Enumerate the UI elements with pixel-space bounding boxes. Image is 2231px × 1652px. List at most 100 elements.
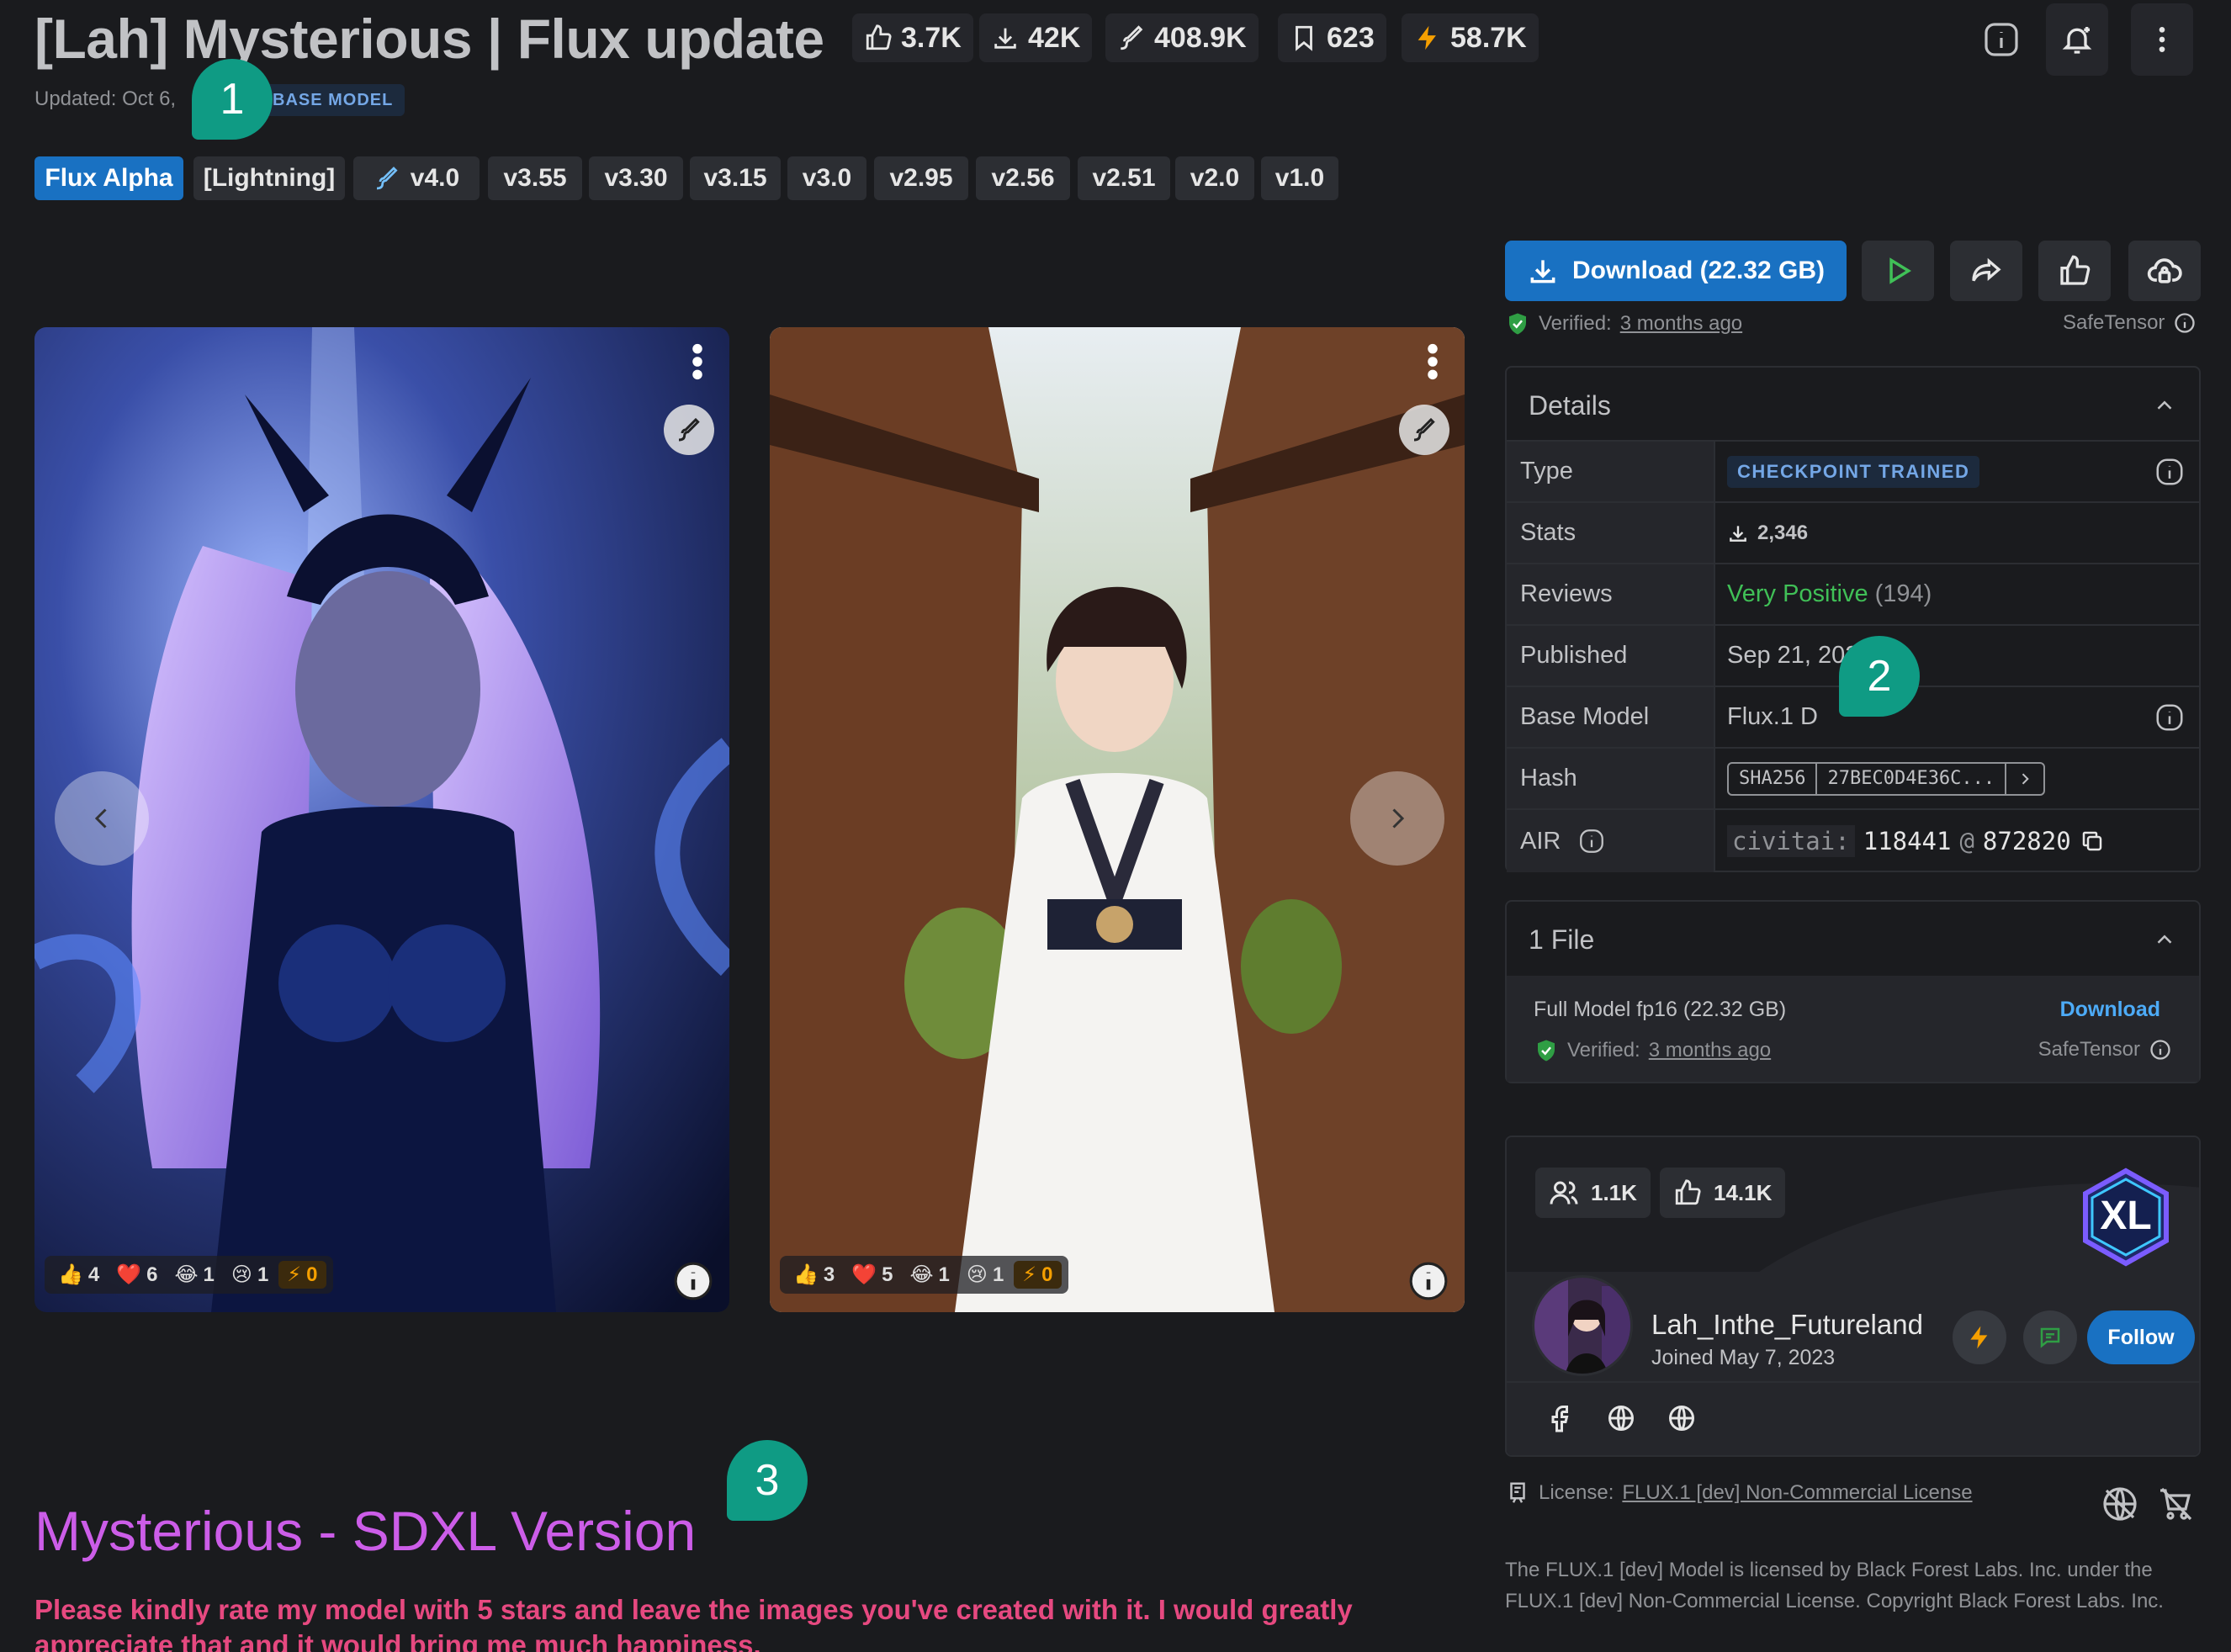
license-text: The FLUX.1 [dev] Model is licensed by Bl… <box>1505 1559 2164 1612</box>
avatar[interactable] <box>1532 1275 1633 1376</box>
details-header[interactable]: Details <box>1507 368 2199 443</box>
no-online-gen-icon <box>2103 1487 2137 1521</box>
chevron-left-icon <box>94 808 107 829</box>
verified-date-link[interactable]: 3 months ago <box>1620 312 1742 336</box>
description-heading: Mysterious - SDXL Version <box>34 1500 697 1562</box>
info-icon[interactable] <box>2154 456 2186 488</box>
version-tab-v3-30[interactable]: v3.30 <box>589 156 683 200</box>
stat-downloads: 42K <box>979 13 1093 62</box>
hash-next[interactable] <box>2006 764 2043 794</box>
reaction-like[interactable]: 👍 4 <box>51 1263 106 1287</box>
hash-value[interactable]: 27BEC0D4E36C... <box>1817 763 2007 794</box>
image-menu-button[interactable] <box>1426 342 1439 381</box>
files-header[interactable]: 1 File <box>1507 902 2199 977</box>
info-icon[interactable] <box>1577 827 1606 855</box>
no-sell-icon <box>2160 1487 2192 1521</box>
info-button[interactable] <box>1970 3 2032 76</box>
gallery-image-1[interactable]: 👍 4 ❤️ 6 😂 1 😢 1 ⚡ 0 <box>34 327 729 1312</box>
info-icon[interactable] <box>2173 311 2197 335</box>
version-tab-flux-alpha[interactable]: Flux Alpha <box>34 156 183 200</box>
share-button[interactable] <box>1950 241 2022 301</box>
version-tab-v3-55[interactable]: v3.55 <box>488 156 582 200</box>
tip-buzz-button[interactable] <box>1953 1310 2006 1364</box>
creator-name[interactable]: Lah_Inthe_Futureland <box>1651 1309 1923 1341</box>
reaction-buzz[interactable]: ⚡ 0 <box>1014 1261 1062 1289</box>
copy-icon[interactable] <box>2080 829 2105 854</box>
version-tab-v2-51[interactable]: v2.51 <box>1078 156 1170 200</box>
globe-icon[interactable] <box>1667 1403 1697 1433</box>
version-tab-v2-0[interactable]: v2.0 <box>1175 156 1254 200</box>
download-icon <box>994 28 1016 49</box>
download-button[interactable]: Download (22.32 GB) <box>1505 241 1847 301</box>
detail-row-hash: Hash SHA256 27BEC0D4E36C... <box>1507 747 2199 808</box>
details-panel: Details Type CHECKPOINT TRAINED Stats 2,… <box>1505 366 2201 872</box>
stat-bookmarks: 623 <box>1278 13 1386 62</box>
thumbs-up-icon <box>2060 255 2091 285</box>
thumbs-up-icon <box>1675 1179 1701 1205</box>
remix-button[interactable] <box>1399 405 1449 455</box>
carousel-prev-button[interactable] <box>55 771 149 866</box>
reaction-cry[interactable]: 😢 1 <box>225 1263 275 1287</box>
stat-buzz: 58.7K <box>1402 13 1539 62</box>
info-icon[interactable] <box>2149 1038 2172 1062</box>
run-button[interactable] <box>1862 241 1934 301</box>
reaction-laugh[interactable]: 😂 1 <box>168 1263 221 1287</box>
creator-card: 1.1K 14.1K XL Lah_Inthe_Futureland Joine… <box>1505 1136 2201 1457</box>
version-tab-v1-0[interactable]: v1.0 <box>1261 156 1338 200</box>
bolt-icon <box>1418 25 1436 50</box>
version-tab-v3-0[interactable]: v3.0 <box>787 156 866 200</box>
reaction-buzz[interactable]: ⚡ 0 <box>278 1261 326 1289</box>
detail-row-stats: Stats 2,346 <box>1507 501 2199 563</box>
chevron-up-icon <box>2157 400 2172 410</box>
version-tab-lightning[interactable]: [Lightning] <box>193 156 345 200</box>
image-info-button[interactable] <box>672 1260 714 1302</box>
file-verified-status: Verified: 3 months ago <box>1534 1038 1771 1063</box>
play-icon <box>1889 257 1911 284</box>
carousel-next-button[interactable] <box>1350 771 1444 866</box>
reaction-like[interactable]: 👍 3 <box>787 1263 841 1287</box>
dots-vertical-icon <box>2159 27 2165 52</box>
reaction-heart[interactable]: ❤️ 6 <box>109 1263 164 1287</box>
info-icon <box>1985 23 2018 56</box>
brush-icon <box>678 417 700 442</box>
annotation-marker-2: 2 <box>1839 636 1920 717</box>
reviews-rating[interactable]: Very Positive <box>1727 580 1868 608</box>
detail-row-air: AIR civitai: 118441 @ 872820 <box>1507 808 2199 872</box>
hash-box[interactable]: SHA256 27BEC0D4E36C... <box>1727 761 2046 796</box>
stat-likes: 3.7K <box>852 13 973 62</box>
type-badge: CHECKPOINT TRAINED <box>1727 455 1980 488</box>
message-button[interactable] <box>2023 1310 2077 1364</box>
creator-followers: 1.1K <box>1535 1168 1651 1218</box>
chat-icon <box>2040 1327 2060 1348</box>
chevron-up-icon <box>2157 935 2172 944</box>
license-link[interactable]: FLUX.1 [dev] Non-Commercial License <box>1622 1481 1972 1505</box>
annotation-marker-1: 1 <box>192 59 273 140</box>
follow-button[interactable]: Follow <box>2087 1310 2195 1364</box>
xl-rank-badge: XL <box>2079 1168 2173 1267</box>
globe-icon[interactable] <box>1606 1403 1636 1433</box>
image-menu-button[interactable] <box>691 342 704 381</box>
info-icon[interactable] <box>2154 702 2186 733</box>
share-icon <box>1972 257 2001 282</box>
reaction-laugh[interactable]: 😂 1 <box>904 1263 957 1287</box>
more-menu-button[interactable] <box>2131 3 2193 76</box>
remix-button[interactable] <box>664 405 714 455</box>
gallery-image-2[interactable]: 👍 3 ❤️ 5 😂 1 😢 1 ⚡ 0 <box>770 327 1465 1312</box>
notify-button[interactable] <box>2046 3 2108 76</box>
like-button[interactable] <box>2038 241 2111 301</box>
reaction-cry[interactable]: 😢 1 <box>960 1263 1010 1287</box>
facebook-icon[interactable] <box>1545 1403 1576 1433</box>
version-tab-v3-15[interactable]: v3.15 <box>690 156 781 200</box>
hash-algo[interactable]: SHA256 <box>1729 763 1818 794</box>
cloud-save-button[interactable] <box>2128 241 2201 301</box>
version-tab-v4-0[interactable]: v4.0 <box>353 156 480 200</box>
version-tab-v2-95[interactable]: v2.95 <box>874 156 968 200</box>
file-download-link[interactable]: Download <box>2060 998 2160 1022</box>
reaction-heart[interactable]: ❤️ 5 <box>845 1263 899 1287</box>
creator-links <box>1545 1403 1697 1433</box>
version-tab-v2-56[interactable]: v2.56 <box>976 156 1070 200</box>
image-info-button[interactable] <box>1407 1260 1449 1302</box>
file-verified-date-link[interactable]: 3 months ago <box>1649 1039 1771 1062</box>
files-panel: 1 File Full Model fp16 (22.32 GB) Downlo… <box>1505 900 2201 1083</box>
detail-row-reviews: Reviews Very Positive (194) <box>1507 563 2199 624</box>
